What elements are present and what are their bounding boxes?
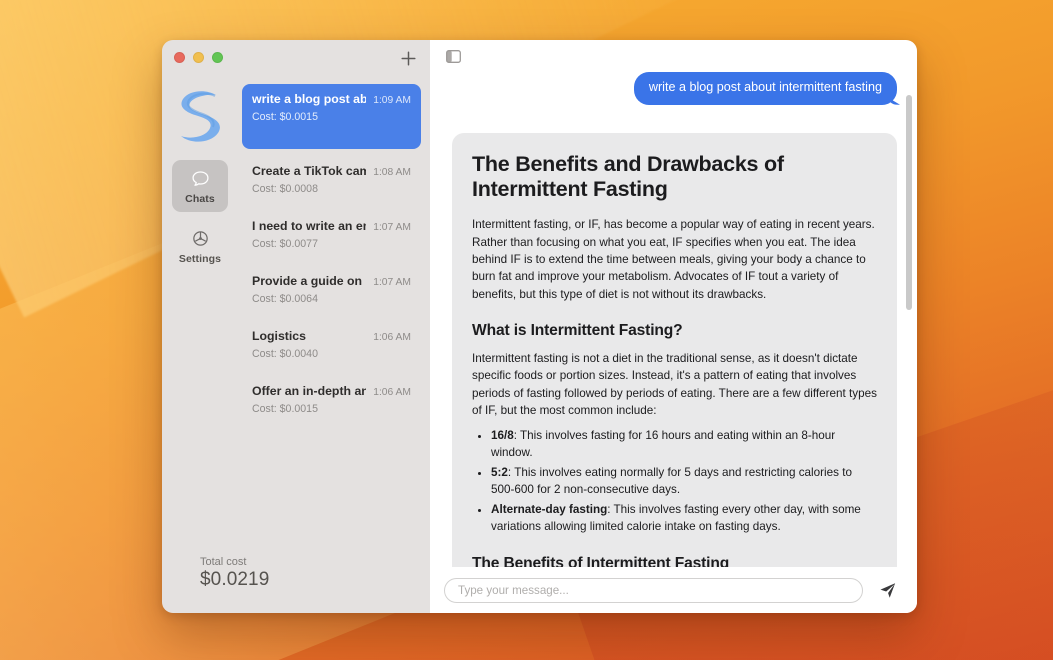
chat-item-cost: Cost: $0.0015 xyxy=(252,403,318,415)
article-section-1-heading: What is Intermittent Fasting? xyxy=(472,322,683,340)
sidebar-item-settings-label: Settings xyxy=(178,253,222,265)
nav-rail: Chats Settings xyxy=(162,74,238,556)
chat-bubble-icon xyxy=(191,171,209,186)
sidebar-body: Chats Settings write a blog post ab 1:09… xyxy=(162,74,430,556)
chat-list-item[interactable]: write a blog post about... 1:09 AM Cost:… xyxy=(242,84,421,149)
user-message-bubble: write a blog post about intermittent fas… xyxy=(633,72,897,105)
send-button[interactable] xyxy=(875,578,899,602)
total-cost-panel: Total cost $0.0219 xyxy=(162,556,430,613)
chat-item-time: 1:06 AM xyxy=(373,332,411,343)
article-section-1-body: Intermittent fasting is not a diet in th… xyxy=(472,352,877,417)
chat-item-row: Create a TikTok campaign 1:08 AM xyxy=(252,164,411,178)
chat-item-cost: Cost: $0.0040 xyxy=(252,348,318,360)
window-controls[interactable] xyxy=(174,51,223,63)
chat-item-time: 1:07 AM xyxy=(373,222,411,233)
chat-item-row: Logistics 1:06 AM xyxy=(252,329,411,343)
gear-icon xyxy=(192,231,208,246)
app-logo-icon xyxy=(181,91,220,142)
list-item: 16/8: This involves fasting for 16 hours… xyxy=(491,428,877,462)
close-window-button[interactable] xyxy=(174,51,185,63)
chat-scrollbar[interactable] xyxy=(906,95,912,310)
chat-item-title: I need to write an email... xyxy=(252,219,366,233)
chat-item-time: 1:06 AM xyxy=(373,387,411,398)
minimize-window-button[interactable] xyxy=(193,51,204,63)
chat-pane: write a blog post about intermittent fas… xyxy=(430,40,917,613)
sidebar-toggle-button[interactable] xyxy=(443,46,463,66)
chat-list-item[interactable]: Offer an in-depth analy... 1:06 AM Cost:… xyxy=(242,376,421,424)
list-item-term: Alternate-day fasting xyxy=(491,503,608,517)
chat-item-row: Provide a guide on netw... 1:07 AM xyxy=(252,274,411,288)
maximize-window-button[interactable] xyxy=(212,51,223,63)
message-list[interactable]: write a blog post about intermittent fas… xyxy=(430,72,917,567)
article-title: The Benefits and Drawbacks of Intermitte… xyxy=(472,151,784,202)
chat-item-cost: Cost: $0.0064 xyxy=(252,293,318,305)
sidebar-item-chats-label: Chats xyxy=(185,193,215,205)
chat-list[interactable]: write a blog post about... 1:09 AM Cost:… xyxy=(238,74,430,556)
chat-item-cost: Cost: $0.0077 xyxy=(252,238,318,250)
chat-list-item[interactable]: I need to write an email... 1:07 AM Cost… xyxy=(242,211,421,259)
app-window: Chats Settings write a blog post ab 1:09… xyxy=(162,40,917,613)
chat-item-time: 1:09 AM xyxy=(373,95,411,106)
chat-item-row: I need to write an email... 1:07 AM xyxy=(252,219,411,233)
chat-item-time: 1:07 AM xyxy=(373,277,411,288)
chat-item-title: write a blog post about... xyxy=(252,92,367,106)
article-section-2-heading: The Benefits of Intermittent Fasting xyxy=(472,555,730,567)
chat-item-row: write a blog post about... 1:09 AM xyxy=(252,92,411,106)
list-item: Alternate-day fasting: This involves fas… xyxy=(491,502,877,536)
list-item: 5:2: This involves eating normally for 5… xyxy=(491,465,877,499)
sidebar-item-chats[interactable]: Chats xyxy=(172,160,228,212)
chat-item-title: Logistics xyxy=(252,329,306,343)
total-cost-value: $0.0219 xyxy=(200,569,270,590)
sidebar: Chats Settings write a blog post ab 1:09… xyxy=(162,40,430,613)
chat-item-time: 1:08 AM xyxy=(373,167,411,178)
user-message-row: write a blog post about intermittent fas… xyxy=(452,72,897,105)
composer-bar xyxy=(430,567,917,613)
chat-list-item[interactable]: Logistics 1:06 AM Cost: $0.0040 xyxy=(242,321,421,369)
chat-item-title: Create a TikTok campaign xyxy=(252,164,367,178)
chat-list-item[interactable]: Create a TikTok campaign 1:08 AM Cost: $… xyxy=(242,156,421,204)
list-item-term: 5:2 xyxy=(491,466,508,480)
new-chat-button[interactable] xyxy=(396,46,420,70)
chat-item-title: Provide a guide on netw... xyxy=(252,274,366,288)
chat-list-item[interactable]: Provide a guide on netw... 1:07 AM Cost:… xyxy=(242,266,421,314)
sidebar-toggle-icon xyxy=(445,49,461,63)
title-bar xyxy=(162,40,430,74)
chat-item-cost: Cost: $0.0015 xyxy=(252,111,318,123)
list-item-text: : This involves eating normally for 5 da… xyxy=(491,466,852,497)
chat-header xyxy=(430,40,917,72)
plus-icon xyxy=(400,50,416,66)
desktop-background: Chats Settings write a blog post ab 1:09… xyxy=(0,0,1053,660)
chat-item-row: Offer an in-depth analy... 1:06 AM xyxy=(252,384,411,398)
article-intro: Intermittent fasting, or IF, has become … xyxy=(472,218,875,301)
list-item-term: 16/8 xyxy=(491,429,514,443)
sidebar-item-settings[interactable]: Settings xyxy=(172,220,228,272)
assistant-message-card: The Benefits and Drawbacks of Intermitte… xyxy=(452,132,897,567)
chat-item-cost: Cost: $0.0008 xyxy=(252,183,318,195)
total-cost-label: Total cost xyxy=(200,556,247,568)
list-item-text: : This involves fasting for 16 hours and… xyxy=(491,429,836,460)
message-input[interactable] xyxy=(444,577,863,603)
chat-item-title: Offer an in-depth analy... xyxy=(252,384,367,398)
article-section-1-list: 16/8: This involves fasting for 16 hours… xyxy=(472,428,877,536)
send-paper-plane-icon xyxy=(879,582,895,598)
